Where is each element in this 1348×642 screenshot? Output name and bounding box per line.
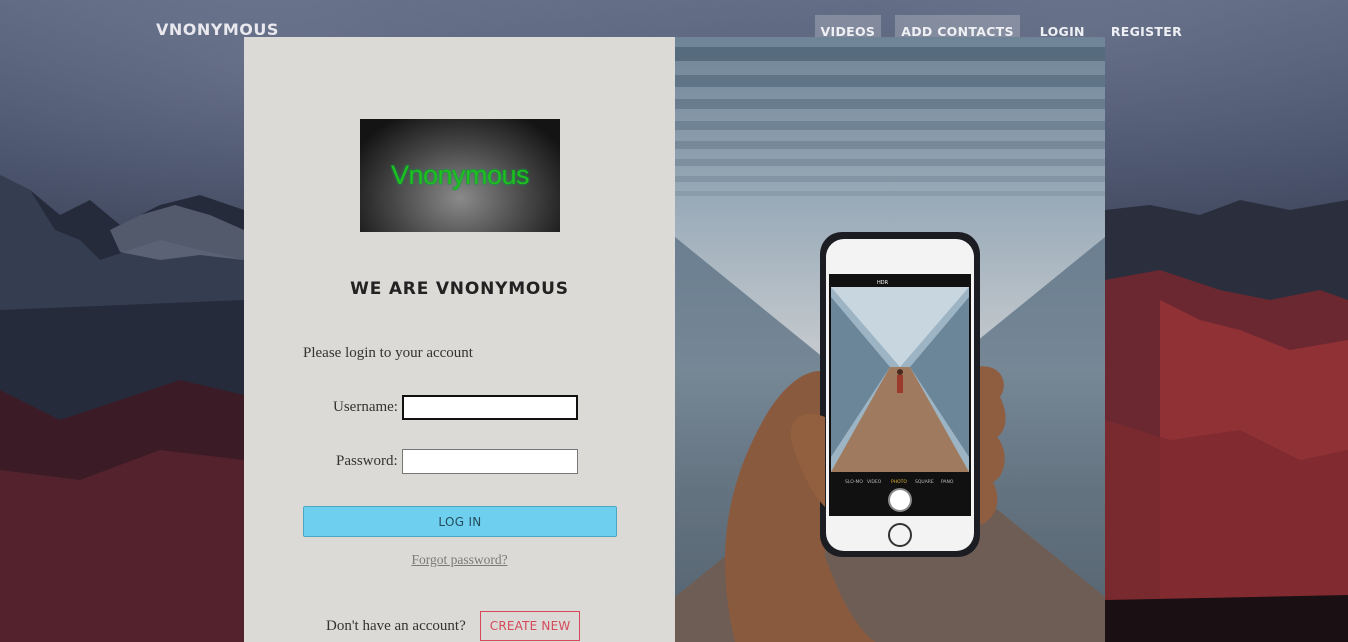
ceiling-slats bbox=[675, 47, 1105, 196]
password-input[interactable] bbox=[401, 449, 578, 474]
phone-mode-label: PHOTO bbox=[891, 479, 907, 485]
login-prompt: Please login to your account bbox=[303, 345, 473, 361]
phone-mode-label: PANO bbox=[941, 479, 954, 485]
login-card: Vnonymous WE ARE VNONYMOUS Please login … bbox=[244, 37, 1105, 642]
signup-row: Don't have an account? CREATE NEW bbox=[326, 611, 581, 641]
page-title: WE ARE VNONYMOUS bbox=[350, 279, 569, 299]
phone-mode-label: SQUARE bbox=[915, 479, 934, 485]
nav-register[interactable]: REGISTER bbox=[1105, 15, 1188, 46]
hero-photo-phone: HDR SLO-MO VIDEO PHOTO SQUARE PANO bbox=[675, 37, 1105, 642]
signup-text: Don't have an account? bbox=[326, 617, 466, 634]
password-label: Password: bbox=[336, 453, 398, 469]
username-row: Username: bbox=[333, 395, 578, 420]
phone-mode-label: SLO-MO bbox=[845, 479, 863, 485]
logo-text: Vnonymous bbox=[390, 160, 530, 190]
forgot-password-link[interactable]: Forgot password? bbox=[411, 552, 507, 567]
login-panel: Vnonymous WE ARE VNONYMOUS Please login … bbox=[244, 37, 675, 642]
phone-hdr-label: HDR bbox=[877, 280, 889, 286]
vnonymous-logo-image: Vnonymous bbox=[360, 119, 560, 232]
phone-mode-label: VIDEO bbox=[867, 479, 882, 485]
forgot-password-container: Forgot password? bbox=[244, 551, 675, 569]
login-button[interactable]: LOG IN bbox=[303, 506, 617, 537]
username-label: Username: bbox=[333, 399, 398, 415]
username-input[interactable] bbox=[401, 395, 578, 420]
password-row: Password: bbox=[336, 449, 578, 474]
create-new-button[interactable]: CREATE NEW bbox=[479, 611, 581, 641]
